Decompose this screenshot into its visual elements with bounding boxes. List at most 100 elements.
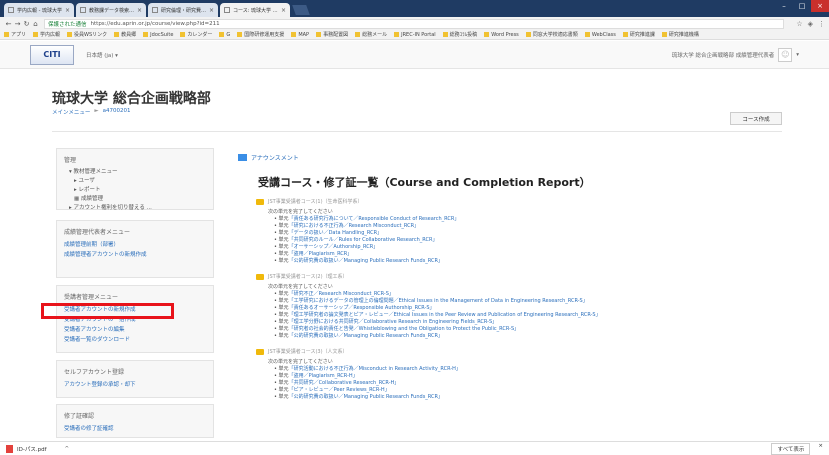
bookmark-item[interactable]: 研究推進機構 (661, 31, 699, 38)
menu-icon[interactable]: ⋮ (818, 20, 825, 28)
unit-link[interactable]: 「ピア・レビュー／Peer Reviews_RCR-H」 (289, 387, 390, 393)
bookmark-item[interactable]: JREC-IN Portal (394, 32, 436, 38)
close-icon[interactable]: × (281, 7, 286, 14)
list-item: • 単元「公的研究費の取扱い／Managing Public Research … (274, 258, 443, 264)
edit-learner-link[interactable]: 受講者アカウントの編集 (64, 325, 206, 335)
citi-logo[interactable]: CITI (30, 44, 74, 65)
unit-link[interactable]: 「公的研究費の取扱い／Managing Public Research Fund… (289, 258, 443, 264)
course-create-button[interactable]: コース作成 (730, 112, 782, 125)
unit-link[interactable]: 「研究活動における不正行為／Misconduct in Research Act… (289, 366, 461, 372)
bookmark-item[interactable]: 役員WSリンク (67, 31, 107, 38)
unit-link[interactable]: 「オーサーシップ／Authorship_RCR」 (289, 244, 379, 250)
download-learner-list-link[interactable]: 受講者一覧のダウンロード (64, 335, 206, 345)
page-icon (224, 7, 230, 13)
user-menu[interactable]: 琉球大学 総合企画戦略部 成績管理代表者 ☺ ▾ (672, 47, 799, 62)
chevron-up-icon[interactable]: ^ (65, 446, 70, 452)
unit-link[interactable]: 「公的研究費の取扱い／Managing Public Research Fund… (289, 394, 443, 400)
admin-item-switch-role[interactable]: ▸ アカウント権利を切り替える ... (64, 204, 206, 213)
unit-prefix: 単元 (278, 312, 289, 318)
extension-icon[interactable]: ◈ (808, 20, 813, 28)
url-input[interactable]: 保護された通信 https://edu.aprin.or.jp/course/v… (44, 18, 784, 29)
bookmark-item[interactable]: 教員郷 (114, 31, 136, 38)
tab-label: 教務課データ検索結果 (89, 7, 135, 14)
maximize-icon[interactable]: □ (793, 0, 811, 12)
browser-tab[interactable]: 学内広報 - 琉球大学 × (4, 3, 74, 17)
close-window-icon[interactable]: × (811, 0, 829, 12)
bookmark-item[interactable]: カレンダー (180, 31, 212, 38)
section-instruction: 次の単元を完了してください (268, 209, 333, 215)
chevron-down-icon[interactable]: ▾ (796, 52, 799, 58)
section-heading[interactable]: JST事業受講者コース(1)（生命医科学系） (256, 198, 793, 205)
unit-link[interactable]: 「工学研究におけるデータの管理上の倫理問題／Ethical Issues in … (289, 298, 588, 304)
breadcrumb-course[interactable]: a4700201 (103, 108, 131, 116)
reload-icon[interactable]: ↻ (22, 20, 31, 28)
bookmark-item[interactable]: 研究推進課 (622, 31, 655, 38)
announcement-link[interactable]: アナウンスメント (238, 153, 793, 162)
bookmark-label: 学内広報 (40, 32, 61, 38)
minimize-icon[interactable]: – (775, 0, 793, 12)
admin-item-users[interactable]: ▸ ユーザ (64, 177, 206, 186)
back-icon[interactable]: ← (4, 20, 13, 28)
unit-link[interactable]: 「盗用／Plagiarism_RCR」 (289, 251, 353, 257)
bookmark-label: カレンダー (187, 32, 213, 38)
browser-tab[interactable]: 教務課データ検索結果 × (76, 3, 146, 17)
list-item: • 単元「公的研究費の取扱い／Managing Public Research … (274, 394, 443, 400)
close-icon[interactable]: × (209, 7, 214, 14)
completion-check-link[interactable]: 受講者の修了証確認 (64, 424, 206, 434)
grade-manager-link-2[interactable]: 成績管理者アカウントの新規作成 (64, 250, 206, 260)
bookmark-item[interactable]: MAP (291, 32, 309, 38)
download-file[interactable]: ID-パス.pdf (17, 445, 47, 453)
unit-link[interactable]: 「共同研究のルール／Rules for Collaborative Resear… (289, 237, 438, 243)
section-heading[interactable]: JST事業受講者コース(2)（理工系） (256, 273, 793, 280)
bookmark-item[interactable]: 国際研修運用支援 (237, 31, 284, 38)
browser-tab[interactable]: コース: 琉球大学 総合企× (220, 3, 290, 17)
breadcrumb-home[interactable]: メインメニュー (52, 108, 90, 116)
bookmark-item[interactable]: G (219, 32, 230, 38)
forum-icon (238, 154, 247, 161)
bookmark-item[interactable]: 総務メール (355, 31, 387, 38)
unit-link[interactable]: 「データの扱い／Data Handling_RCR」 (289, 230, 383, 236)
section-heading[interactable]: JST事業受講者コース(3)（人文系） (256, 348, 793, 355)
home-icon[interactable]: ⌂ (31, 20, 40, 28)
unit-link[interactable]: 「責任あるオーサーシップ／Responsible Authorship_RCR-… (289, 305, 435, 311)
browser-tab[interactable]: 研究倫理・研究費出口 × (148, 3, 218, 17)
admin-item-grades[interactable]: ▦ 成績管理 (64, 195, 206, 204)
forward-icon[interactable]: → (13, 20, 22, 28)
language-selector[interactable]: 日本語 (ja) ▾ (86, 51, 118, 59)
unit-link[interactable]: 「盗用／Plagiarism_RCR-H」 (289, 373, 358, 379)
bookmark-item[interactable]: 同窓大学校適応書類 (525, 31, 578, 38)
new-tab-button[interactable] (292, 5, 310, 15)
unit-link[interactable]: 「研究不正／Research Misconduct_RCR-S」 (289, 291, 394, 297)
unit-link[interactable]: 「共同研究／Collaborative Research_RCR-H」 (289, 380, 400, 386)
bookmark-star-icon[interactable]: ☆ (796, 20, 802, 28)
unit-link[interactable]: 「理工学研究者の論文発表とピア・レビュー／Ethical Issues in t… (289, 312, 601, 318)
admin-item-label: レポート (78, 187, 101, 193)
bookmark-item[interactable]: 事務配置図 (316, 31, 348, 38)
bookmark-item[interactable]: WebClass (584, 32, 616, 38)
close-icon[interactable]: × (65, 7, 70, 14)
unit-link[interactable]: 「研究者の社会的責任と告発／Whistleblowing and the Obl… (289, 326, 520, 332)
bookmark-item[interactable]: Word Press (484, 32, 519, 38)
unit-link[interactable]: 「責任ある研究行為について／Responsible Conduct of Res… (289, 216, 460, 222)
section-heading-label: JST事業受講者コース(2)（理工系） (268, 274, 348, 280)
unit-link[interactable]: 「理工学分野における共同研究／Collaborative Research in… (289, 319, 498, 325)
admin-item-course-menu[interactable]: ▾ 教材管理メニュー (64, 168, 206, 177)
close-downloads-icon[interactable]: × (818, 443, 823, 455)
folder-icon (237, 32, 243, 37)
block-title: セルフアカウント登録 (64, 369, 125, 376)
unit-link[interactable]: 「公的研究費の取扱い／Managing Public Research Fund… (289, 333, 443, 339)
bookmark-item[interactable]: 総務ｺﾗﾑ投稿 (442, 31, 477, 38)
show-all-button[interactable]: すべて表示 (771, 442, 811, 455)
bookmark-item[interactable]: 学内広報 (33, 31, 60, 38)
admin-item-reports[interactable]: ▸ レポート (64, 186, 206, 195)
list-item: • 単元「研究者の社会的責任と告発／Whistleblowing and the… (274, 326, 520, 332)
certificate-icon (256, 198, 264, 205)
avatar[interactable]: ☺ (778, 47, 793, 62)
bookmark-item[interactable]: JdocSuite (143, 32, 173, 38)
grade-manager-link-1[interactable]: 成績管理前期（部署） (64, 240, 206, 250)
list-item: • 単元「共同研究／Collaborative Research_RCR-H」 (274, 380, 400, 386)
bookmark-item[interactable]: アプリ (4, 31, 26, 38)
unit-link[interactable]: 「研究における不正行為／Research Misconduct_RCR」 (289, 223, 420, 229)
approve-registration-link[interactable]: アカウント登録の承認・却下 (64, 380, 206, 390)
close-icon[interactable]: × (137, 7, 142, 14)
